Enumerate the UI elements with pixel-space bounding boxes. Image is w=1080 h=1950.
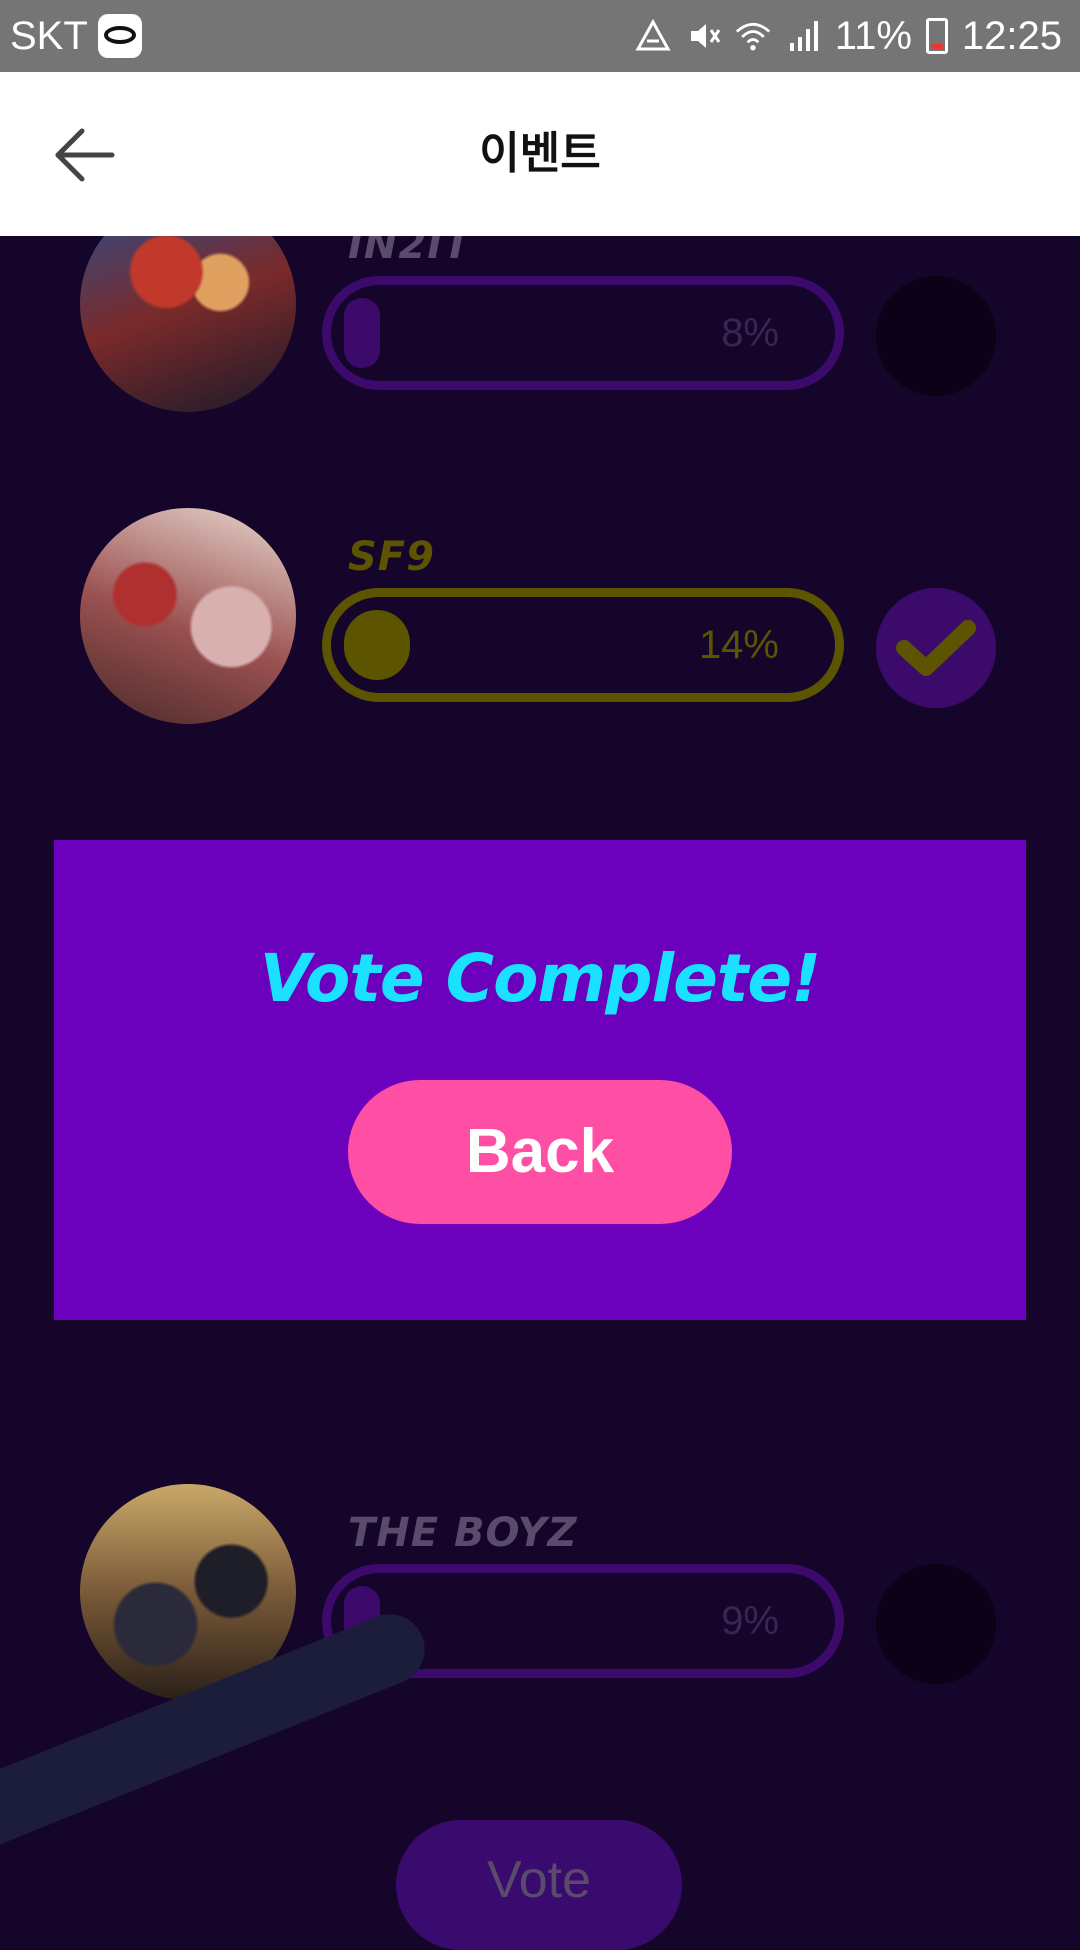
select-toggle[interactable] [876, 1564, 996, 1684]
status-bar: SKT 11% 12:25 [0, 0, 1080, 72]
select-toggle[interactable] [876, 588, 996, 708]
battery-icon [925, 18, 948, 54]
vote-progress-fill [344, 610, 410, 680]
signal-icon [785, 18, 821, 54]
status-left: SKT [10, 0, 142, 72]
back-button[interactable]: Back [348, 1080, 732, 1224]
vote-complete-dialog: Vote Complete! Back [54, 840, 1026, 1320]
data-saver-icon [635, 18, 671, 54]
carrier-app-icon [97, 14, 142, 58]
candidate-row-the-boyz[interactable]: THE BOYZ 9% [0, 1484, 1080, 1724]
candidate-name: SF9 [348, 534, 435, 580]
select-toggle[interactable] [876, 276, 996, 396]
dialog-title: Vote Complete! [259, 940, 822, 1017]
page-title: 이벤트 [479, 128, 601, 179]
candidate-name: IN2IT [348, 236, 472, 268]
status-right: 11% 12:25 [635, 0, 1062, 72]
clock: 12:25 [961, 13, 1062, 58]
app-bar: 이벤트 [0, 72, 1080, 236]
vote-progress-bar: 8% [322, 276, 844, 390]
vote-percent: 14% [698, 623, 779, 667]
check-icon [896, 620, 976, 676]
candidate-row-in2it[interactable]: IN2IT 8% [0, 236, 1080, 436]
candidate-row-sf9[interactable]: SF9 14% [0, 508, 1080, 748]
wifi-icon [735, 18, 771, 54]
vote-progress-fill [344, 298, 380, 368]
candidate-photo [80, 236, 296, 412]
candidate-photo [80, 508, 296, 724]
vote-percent: 8% [721, 311, 779, 355]
candidate-name: THE BOYZ [348, 1510, 578, 1556]
vote-progress-bar: 14% [322, 588, 844, 702]
mute-vibrate-icon [685, 18, 721, 54]
carrier-label: SKT [10, 13, 88, 58]
battery-percent: 11% [834, 13, 912, 58]
vote-percent: 9% [721, 1599, 779, 1643]
vote-button[interactable]: Vote [396, 1820, 682, 1950]
